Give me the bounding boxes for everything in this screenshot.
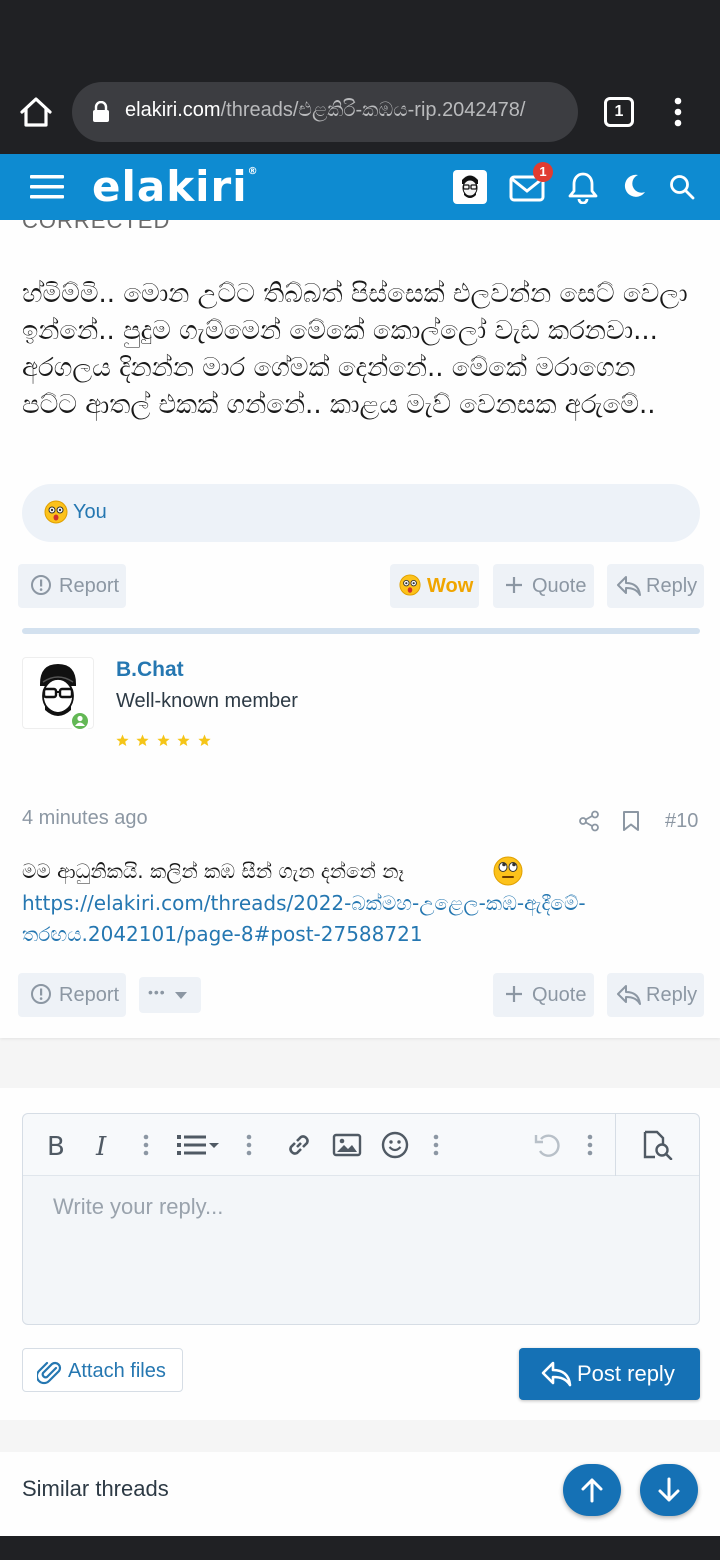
wow-reaction-button[interactable]: Wow [390, 564, 479, 608]
reply-input-placeholder: Write your reply... [53, 1194, 224, 1219]
arrow-up-icon [581, 1478, 603, 1503]
arrow-down-icon [658, 1477, 680, 1502]
toolbar-separator [615, 1114, 616, 1176]
post-message-body: හ්මිම්මි.. මොන උට්ට තිබ්බත් පිස්සෙක් එලව… [22, 279, 688, 420]
account-avatar[interactable] [453, 170, 487, 204]
svg-text:B: B [47, 1132, 65, 1160]
quick-reply-form: B I Write your reply... Attach files Pos… [0, 1088, 720, 1420]
report-alert-icon [31, 984, 51, 1004]
star-icon [157, 734, 170, 746]
site-logo[interactable]: elakiri® [92, 162, 259, 211]
post-number-link[interactable]: #10 [665, 810, 698, 833]
address-bar[interactable]: elakiri.com/threads/එළකිරි-කඹය-rip.20424… [72, 82, 578, 142]
more-text-options-icon[interactable] [141, 1130, 151, 1160]
share-icon[interactable] [578, 810, 600, 832]
report-button[interactable]: Report [18, 973, 126, 1017]
bookmark-icon[interactable] [622, 810, 640, 832]
more-paragraph-options-icon[interactable] [244, 1130, 254, 1160]
chevron-down-icon [175, 992, 187, 999]
post-timestamp[interactable]: 4 minutes ago [22, 807, 148, 830]
report-alert-icon [31, 575, 51, 595]
undo-icon[interactable] [533, 1130, 563, 1160]
preview-icon[interactable] [641, 1130, 675, 1160]
bold-icon[interactable]: B [45, 1130, 69, 1160]
attach-files-button[interactable]: Attach files [22, 1348, 183, 1392]
thread-content: CORRECTED හ්මිම්මි.. මොන උට්ට තිබ්බත් පි… [0, 220, 720, 1530]
svg-text:I: I [95, 1132, 107, 1160]
user-title: Well-known member [116, 690, 298, 712]
dark-mode-moon-icon[interactable] [621, 173, 647, 199]
home-icon[interactable] [18, 94, 54, 130]
star-icon [198, 734, 211, 746]
editor-toolbar: B I [23, 1114, 699, 1176]
quote-button[interactable]: Quote [493, 973, 594, 1017]
post-reply-button[interactable]: Post reply [519, 1348, 700, 1400]
quote-button[interactable]: Quote [493, 564, 594, 608]
hamburger-menu-icon[interactable] [30, 172, 64, 202]
insert-link-icon[interactable] [284, 1130, 314, 1160]
reply-arrow-icon [541, 1361, 572, 1387]
system-navigation-bar [0, 1536, 720, 1560]
user-status-icon [75, 715, 85, 726]
star-icon [136, 734, 150, 746]
reply-editor[interactable]: B I Write your reply... [22, 1113, 700, 1325]
post-link[interactable]: https://elakiri.com/threads/2022-බක්මහ-උ… [22, 888, 712, 950]
star-icon [116, 734, 129, 746]
paperclip-icon [37, 1361, 62, 1385]
search-icon[interactable] [668, 173, 696, 201]
italic-icon[interactable]: I [93, 1130, 115, 1160]
lock-icon [93, 101, 109, 122]
reply-button[interactable]: Reply [607, 564, 704, 608]
inbox-unread-badge: 1 [533, 162, 553, 182]
avatar-face-icon [462, 175, 478, 198]
wow-emoji-icon [44, 500, 68, 524]
post-username[interactable]: B.Chat [116, 658, 184, 682]
plus-icon [506, 577, 522, 593]
online-status-indicator [69, 710, 91, 732]
report-button[interactable]: Report [18, 564, 126, 608]
rolling-eyes-emoji-icon [493, 856, 523, 886]
wow-emoji-icon [399, 574, 421, 596]
reply-arrow-icon [617, 985, 641, 1005]
post-divider [22, 628, 700, 634]
quoted-heading-fragment: CORRECTED [22, 220, 171, 233]
reaction-user-link[interactable]: You [73, 501, 107, 524]
notifications-bell-icon[interactable] [567, 170, 599, 204]
scroll-to-bottom-button[interactable] [640, 1464, 698, 1516]
insert-image-icon[interactable] [332, 1130, 362, 1160]
reactions-bar[interactable]: You [22, 484, 700, 542]
more-insert-options-icon[interactable] [431, 1130, 441, 1160]
scroll-to-top-button[interactable] [563, 1464, 621, 1516]
more-options-button[interactable]: ••• [139, 977, 201, 1013]
site-header: elakiri® [0, 154, 720, 220]
browser-toolbar: elakiri.com/threads/එළකිරි-කඹය-rip.20424… [0, 70, 720, 154]
url-text: elakiri.com/threads/එළකිරි-කඹය-rip.20424… [125, 99, 526, 121]
tab-switcher-button[interactable]: 1 [604, 97, 634, 127]
reply-arrow-icon [617, 576, 641, 596]
overflow-menu-icon[interactable] [668, 94, 688, 130]
reply-button[interactable]: Reply [607, 973, 704, 1017]
list-icon[interactable] [175, 1130, 221, 1160]
more-history-options-icon[interactable] [585, 1130, 595, 1160]
user-rating-stars [116, 734, 214, 748]
post-message-text: මම ආධුනිකයි. කලින් කඹ සීන් ගැන දන්නේ නෑ [22, 859, 405, 883]
plus-icon [506, 986, 522, 1002]
similar-threads-heading: Similar threads [22, 1476, 169, 1501]
emoji-icon[interactable] [380, 1130, 410, 1160]
star-icon [177, 734, 190, 746]
posts-container: CORRECTED හ්මිම්මි.. මොන උට්ට තිබ්බත් පි… [0, 220, 720, 1038]
status-bar [0, 0, 720, 70]
